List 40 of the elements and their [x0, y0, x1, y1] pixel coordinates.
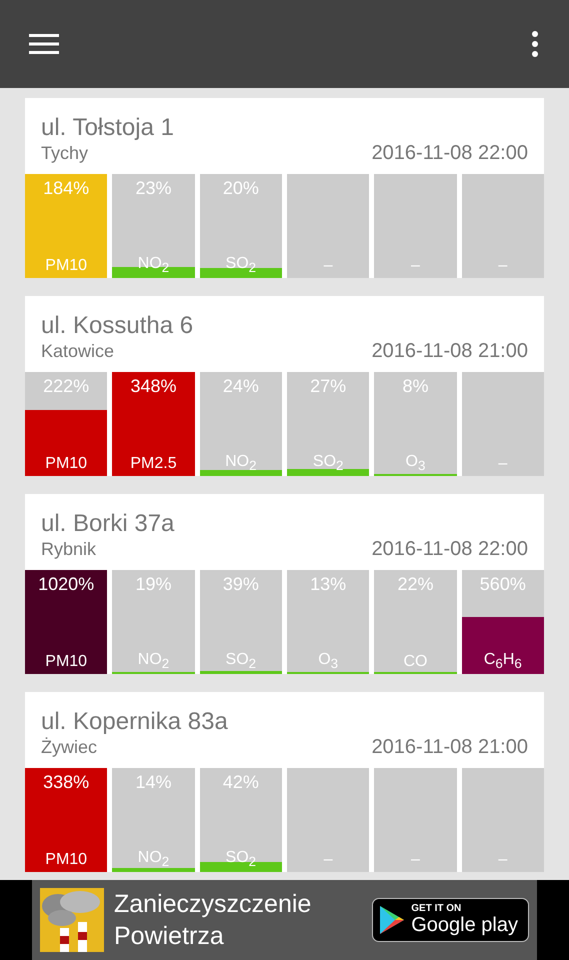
menu-icon[interactable] — [29, 34, 59, 54]
station-street: ul. Kossutha 6 — [41, 312, 194, 340]
station-city: Tychy — [41, 143, 88, 164]
measurement-time: 2016-11-08 21:00 — [372, 736, 528, 759]
more-options-icon[interactable] — [532, 31, 538, 57]
measurement-time: 2016-11-08 21:00 — [372, 340, 528, 363]
station-city: Rybnik — [41, 539, 96, 560]
station-city: Katowice — [41, 341, 114, 362]
badge-caption: GET IT ON — [411, 903, 462, 914]
play-store-icon — [379, 905, 406, 935]
percent-value: 348% — [129, 376, 178, 397]
measurement-time: 2016-11-08 22:00 — [372, 538, 528, 561]
station-city: Żywiec — [41, 737, 98, 758]
station-street: ul. Kopernika 83a — [41, 708, 229, 736]
station-street: ul. Borki 37a — [41, 510, 176, 538]
pollutant-label: – — [322, 851, 334, 869]
percent-value: 338% — [42, 772, 90, 793]
percent-value: 184% — [42, 178, 90, 199]
pollutant-label: – — [497, 851, 508, 869]
pollutant-label: – — [497, 257, 508, 275]
badge-store-name: Google play — [411, 914, 518, 937]
google-play-badge[interactable]: GET IT ON Google play — [372, 898, 529, 942]
measurement-time: 2016-11-08 22:00 — [372, 142, 528, 165]
pollutant-label: PM10 — [44, 257, 88, 275]
pollutant-label: PM10 — [44, 455, 88, 473]
pollutant-label: C$_{6}$H$_{6}$ — [482, 650, 523, 671]
pollutant-label: – — [497, 455, 508, 473]
pollutant-label: PM10 — [44, 851, 88, 869]
pollutant-label: PM10 — [44, 653, 88, 671]
ad-banner[interactable]: Zanieczyszczenie Powietrza GET IT ON Google play — [32, 880, 537, 960]
station-street: ul. Tołstoja 1 — [41, 114, 175, 142]
percent-value: 1020% — [37, 574, 96, 595]
pollutant-label: – — [322, 257, 334, 275]
pollutant-label: – — [410, 257, 421, 275]
pollutant-label: – — [410, 851, 421, 869]
factory-smoke-icon — [40, 888, 104, 952]
pollutant-label: SO$_{2}$ — [224, 848, 258, 869]
pollutant-label: PM2.5 — [129, 455, 178, 473]
pollutant-label: SO$_{2}$ — [224, 254, 258, 275]
ad-title: Zanieczyszczenie Powietrza — [114, 889, 312, 952]
